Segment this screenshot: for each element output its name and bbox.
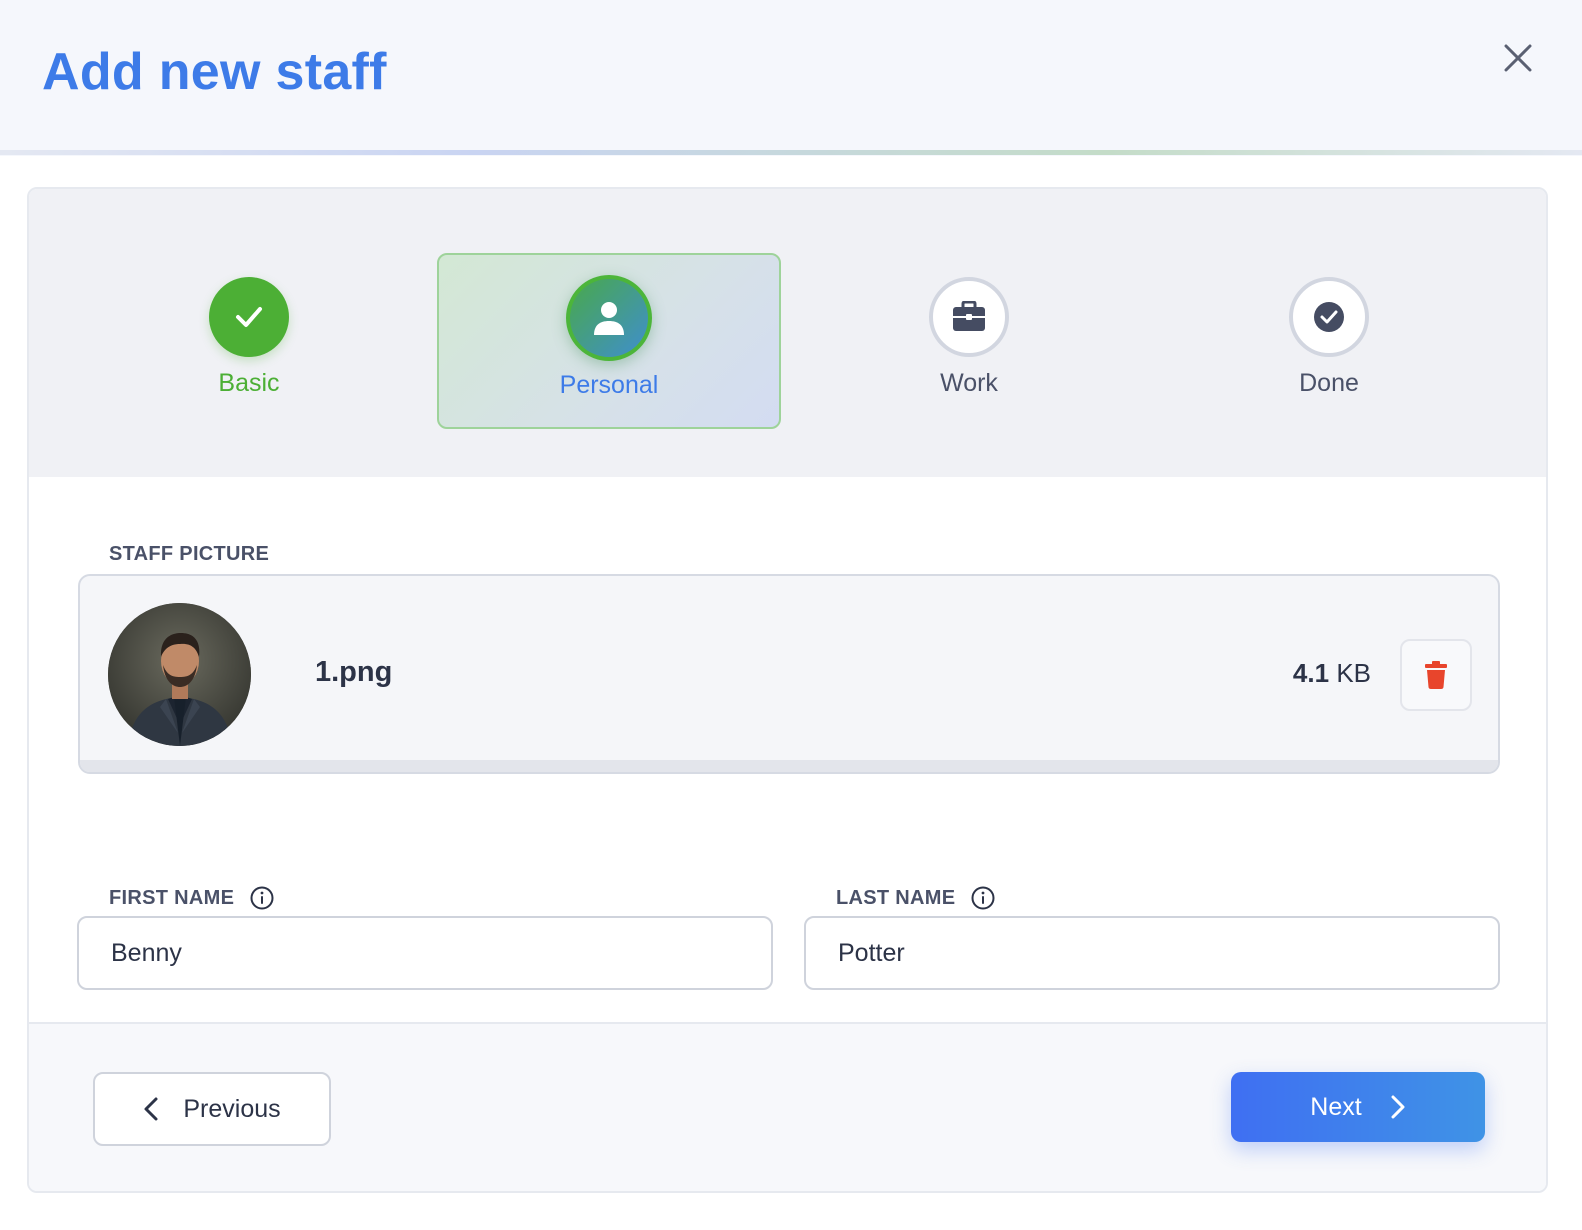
next-button-label: Next <box>1310 1092 1362 1121</box>
step-personal-circle <box>566 275 652 361</box>
trash-icon <box>1425 661 1447 689</box>
file-size-value: 4.1 <box>1292 658 1330 688</box>
last-name-input[interactable] <box>804 916 1500 990</box>
stepper: Basic Personal Work Done <box>29 189 1546 477</box>
upload-progress-bar <box>80 760 1498 772</box>
chevron-left-icon <box>143 1096 159 1122</box>
file-name: 1.png <box>315 656 393 688</box>
user-icon <box>594 302 624 335</box>
step-basic[interactable]: Basic <box>129 277 369 398</box>
file-size: 4.1 KB <box>1293 658 1371 689</box>
check-icon <box>236 307 262 327</box>
file-size-unit: KB <box>1336 658 1371 688</box>
staff-picture-label: STAFF PICTURE <box>109 543 270 565</box>
close-button[interactable] <box>1500 40 1536 76</box>
wizard-footer: Previous Next <box>29 1022 1546 1191</box>
briefcase-icon <box>953 301 985 331</box>
step-work[interactable]: Work <box>849 277 1089 398</box>
first-name-label: FIRST NAME <box>109 886 235 909</box>
check-circle-icon <box>1314 302 1344 332</box>
step-done-label: Done <box>1299 369 1359 397</box>
chevron-right-icon <box>1390 1094 1406 1120</box>
step-done-circle <box>1289 277 1369 357</box>
info-icon <box>971 886 995 910</box>
last-name-label: LAST NAME <box>836 886 956 909</box>
first-name-info-icon[interactable] <box>250 886 274 910</box>
modal-title: Add new staff <box>42 43 387 101</box>
step-basic-label: Basic <box>218 369 280 397</box>
modal-header: Add new staff <box>0 0 1582 156</box>
last-name-label-row: LAST NAME <box>836 886 995 910</box>
info-icon <box>250 886 274 910</box>
next-button[interactable]: Next <box>1231 1072 1485 1142</box>
step-personal[interactable]: Personal <box>489 275 729 400</box>
avatar <box>108 603 251 746</box>
step-personal-label: Personal <box>559 371 659 399</box>
step-work-circle <box>929 277 1009 357</box>
header-divider <box>0 150 1582 155</box>
uploaded-file-card: 1.png 4.1 KB <box>78 574 1500 774</box>
wizard-card: Basic Personal Work Done STAFF PICTURE 1… <box>27 187 1548 1193</box>
step-done[interactable]: Done <box>1209 277 1449 398</box>
last-name-info-icon[interactable] <box>971 886 995 910</box>
previous-button-label: Previous <box>183 1094 281 1123</box>
previous-button[interactable]: Previous <box>93 1072 331 1146</box>
step-work-label: Work <box>940 369 998 397</box>
staff-photo <box>108 603 251 746</box>
first-name-label-row: FIRST NAME <box>109 886 274 910</box>
close-icon <box>1504 44 1532 72</box>
delete-file-button[interactable] <box>1400 639 1472 711</box>
first-name-input[interactable] <box>77 916 773 990</box>
step-basic-circle <box>209 277 289 357</box>
